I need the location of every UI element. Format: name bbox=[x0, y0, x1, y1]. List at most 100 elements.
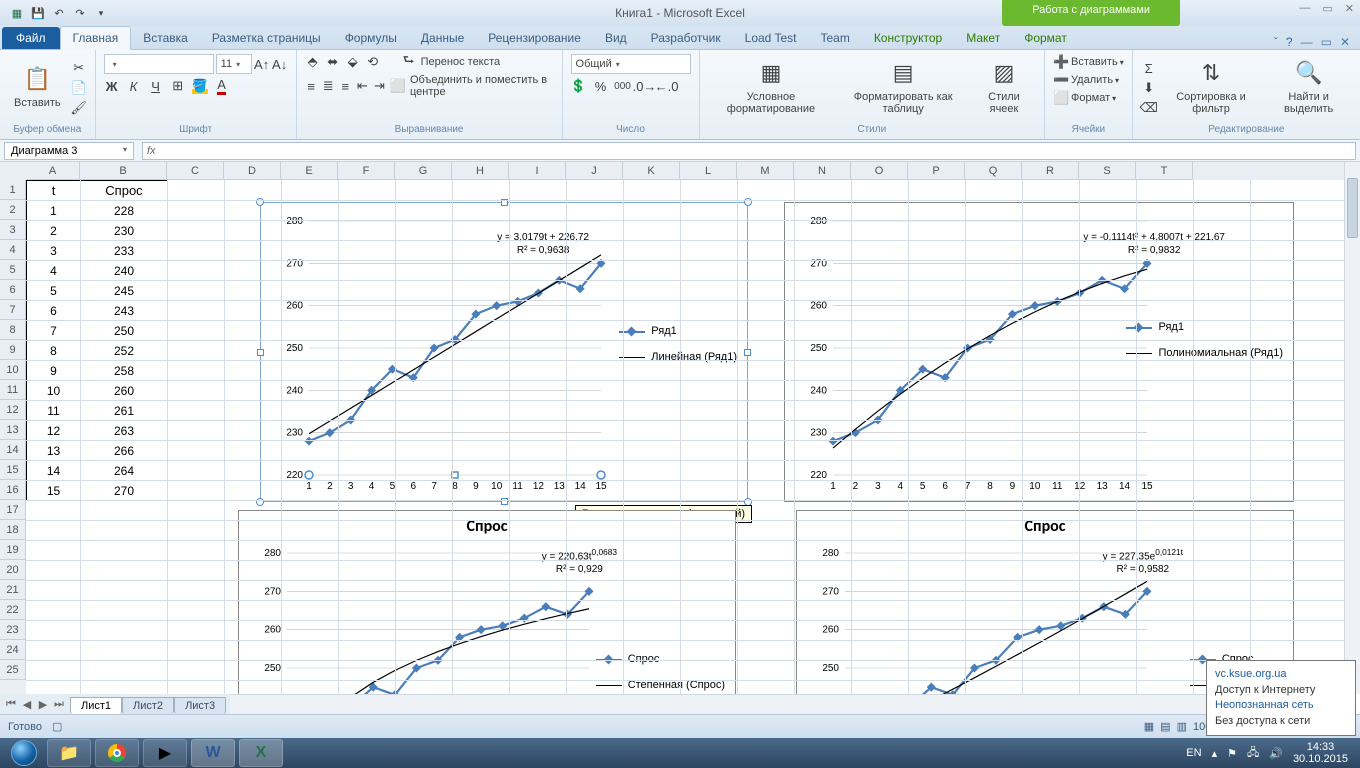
row-header[interactable]: 8 bbox=[0, 320, 26, 340]
redo-icon[interactable]: ↷ bbox=[71, 4, 89, 22]
row-header[interactable]: 22 bbox=[0, 600, 26, 620]
copy-icon[interactable]: 📄 bbox=[71, 80, 87, 96]
column-header[interactable]: K bbox=[623, 162, 680, 180]
font-color-icon[interactable]: A bbox=[214, 78, 230, 94]
align-left-icon[interactable]: ≡ bbox=[305, 78, 318, 94]
cut-icon[interactable]: ✂ bbox=[71, 60, 87, 76]
row-header[interactable]: 20 bbox=[0, 560, 26, 580]
row-header[interactable]: 19 bbox=[0, 540, 26, 560]
delete-cells-button[interactable]: ➖Удалить ▾ bbox=[1053, 72, 1119, 88]
row-header[interactable]: 13 bbox=[0, 420, 26, 440]
column-header[interactable]: H bbox=[452, 162, 509, 180]
align-middle-icon[interactable]: ⬌ bbox=[325, 54, 341, 70]
column-header[interactable]: N bbox=[794, 162, 851, 180]
formula-bar[interactable]: fx bbox=[142, 142, 1356, 160]
column-header[interactable]: B bbox=[80, 162, 167, 180]
fill-icon[interactable]: ⬇ bbox=[1141, 80, 1157, 96]
conditional-formatting-button[interactable]: ▦Условное форматирование bbox=[708, 57, 835, 119]
decrease-indent-icon[interactable]: ⇤ bbox=[356, 78, 369, 94]
taskbar-media-player[interactable]: ▶ bbox=[143, 739, 187, 767]
tab-team[interactable]: Team bbox=[808, 27, 861, 49]
row-header[interactable]: 16 bbox=[0, 480, 26, 500]
row-header[interactable]: 12 bbox=[0, 400, 26, 420]
qat-more-icon[interactable]: ▾ bbox=[92, 4, 110, 22]
doc-minimize-icon[interactable]: — bbox=[1301, 35, 1313, 49]
sort-filter-button[interactable]: ⇅Сортировка и фильтр bbox=[1161, 57, 1262, 119]
tray-flag-icon[interactable]: ⚑ bbox=[1227, 747, 1237, 760]
column-header[interactable]: F bbox=[338, 162, 395, 180]
row-header[interactable]: 5 bbox=[0, 260, 26, 280]
row-header[interactable]: 10 bbox=[0, 360, 26, 380]
tab-chart-layout[interactable]: Макет bbox=[954, 27, 1012, 49]
increase-font-icon[interactable]: A↑ bbox=[254, 56, 270, 72]
column-header[interactable]: J bbox=[566, 162, 623, 180]
tab-chart-design[interactable]: Конструктор bbox=[862, 27, 954, 49]
wrap-text-label[interactable]: Перенос текста bbox=[421, 56, 501, 68]
maximize-icon[interactable]: ▭ bbox=[1322, 2, 1332, 15]
row-header[interactable]: 7 bbox=[0, 300, 26, 320]
tray-network-icon[interactable]: 🖧 bbox=[1247, 744, 1259, 763]
fill-color-icon[interactable]: 🪣 bbox=[192, 78, 208, 94]
row-header[interactable]: 17 bbox=[0, 500, 26, 520]
minimize-ribbon-icon[interactable]: ˇ bbox=[1274, 35, 1278, 49]
save-icon[interactable]: 💾 bbox=[29, 4, 47, 22]
tab-page-layout[interactable]: Разметка страницы bbox=[200, 27, 333, 49]
row-header[interactable]: 14 bbox=[0, 440, 26, 460]
border-icon[interactable]: ⊞ bbox=[170, 78, 186, 94]
sheet-nav[interactable]: ⏮◀▶⏭ bbox=[0, 698, 70, 711]
row-header[interactable]: 4 bbox=[0, 240, 26, 260]
row-header[interactable]: 1 bbox=[0, 180, 26, 200]
row-header[interactable]: 25 bbox=[0, 660, 26, 680]
tab-home[interactable]: Главная bbox=[60, 26, 132, 50]
bold-button[interactable]: Ж bbox=[104, 78, 120, 94]
underline-button[interactable]: Ч bbox=[148, 78, 164, 94]
row-header[interactable]: 2 bbox=[0, 200, 26, 220]
align-bottom-icon[interactable]: ⬙ bbox=[345, 54, 361, 70]
row-header[interactable]: 6 bbox=[0, 280, 26, 300]
column-header[interactable]: M bbox=[737, 162, 794, 180]
dec-decimal-icon[interactable]: ←.0 bbox=[659, 78, 675, 94]
vertical-scrollbar[interactable] bbox=[1344, 162, 1360, 694]
taskbar-excel[interactable]: X bbox=[239, 739, 283, 767]
view-normal-icon[interactable]: ▦ bbox=[1144, 720, 1154, 733]
inc-decimal-icon[interactable]: .0→ bbox=[637, 78, 653, 94]
align-center-icon[interactable]: ≣ bbox=[322, 78, 335, 94]
tab-developer[interactable]: Разработчик bbox=[639, 27, 733, 49]
help-icon[interactable]: ? bbox=[1286, 35, 1293, 49]
chart-linear-trend[interactable]: 2202302402502602702801234567891011121314… bbox=[260, 202, 748, 502]
taskbar-explorer[interactable]: 📁 bbox=[47, 739, 91, 767]
column-header[interactable]: G bbox=[395, 162, 452, 180]
merge-center-label[interactable]: Объединить и поместить в центре bbox=[410, 74, 554, 98]
column-header[interactable]: E bbox=[281, 162, 338, 180]
close-icon[interactable]: ✕ bbox=[1345, 2, 1354, 15]
column-header[interactable]: D bbox=[224, 162, 281, 180]
format-cells-button[interactable]: ⬜Формат ▾ bbox=[1053, 90, 1116, 106]
row-header[interactable]: 24 bbox=[0, 640, 26, 660]
column-header[interactable]: C bbox=[167, 162, 224, 180]
column-header[interactable]: P bbox=[908, 162, 965, 180]
sheet-tab-2[interactable]: Лист2 bbox=[122, 697, 174, 714]
tray-volume-icon[interactable]: 🔊 bbox=[1269, 747, 1283, 760]
view-page-layout-icon[interactable]: ▤ bbox=[1160, 720, 1170, 733]
file-tab[interactable]: Файл bbox=[2, 27, 60, 49]
font-name-combo[interactable]: ▾ bbox=[104, 54, 214, 74]
name-box[interactable]: Диаграмма 3▾ bbox=[4, 142, 134, 160]
tray-show-hidden-icon[interactable]: ▴ bbox=[1212, 747, 1218, 760]
number-format-combo[interactable]: Общий▾ bbox=[571, 54, 691, 74]
paste-button[interactable]: 📋 Вставить bbox=[8, 63, 67, 113]
taskbar-chrome[interactable] bbox=[95, 739, 139, 767]
fx-icon[interactable]: fx bbox=[147, 145, 156, 157]
column-header[interactable]: L bbox=[680, 162, 737, 180]
column-header[interactable]: I bbox=[509, 162, 566, 180]
column-header[interactable]: A bbox=[26, 162, 80, 180]
column-header[interactable]: R bbox=[1022, 162, 1079, 180]
tab-chart-format[interactable]: Формат bbox=[1012, 27, 1079, 49]
row-header[interactable]: 21 bbox=[0, 580, 26, 600]
cells-area[interactable]: tСпрос1228223032334240524562437250825292… bbox=[26, 180, 1344, 694]
column-header[interactable]: Q bbox=[965, 162, 1022, 180]
row-headers[interactable]: 1234567891011121314151617181920212223242… bbox=[0, 180, 26, 694]
tab-review[interactable]: Рецензирование bbox=[476, 27, 593, 49]
chart-polynomial-trend[interactable]: 2202302402502602702801234567891011121314… bbox=[784, 202, 1294, 502]
tray-lang[interactable]: EN bbox=[1186, 747, 1201, 759]
sheet-tab-active[interactable]: Лист1 bbox=[70, 697, 122, 714]
